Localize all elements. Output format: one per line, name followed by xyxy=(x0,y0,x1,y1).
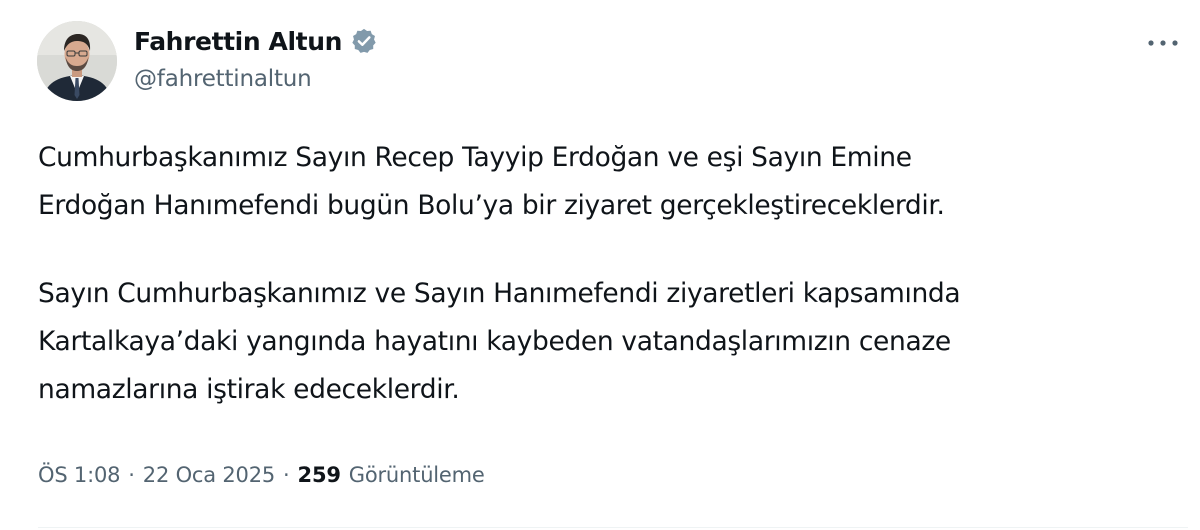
tweet-text: Cumhurbaşkanımız Sayın Recep Tayyip Erdo… xyxy=(38,134,1168,414)
author-name-row: Fahrettin Altun xyxy=(134,24,378,58)
tweet-paragraph: Cumhurbaşkanımız Sayın Recep Tayyip Erdo… xyxy=(38,142,945,221)
meta-separator: · xyxy=(128,463,135,487)
author-display-name[interactable]: Fahrettin Altun xyxy=(134,27,342,56)
views-count: 259 xyxy=(297,463,341,487)
tweet-card: Fahrettin Altun @fahrettinaltun Cumhurba… xyxy=(0,0,1200,530)
profile-photo xyxy=(37,21,117,101)
tweet-time[interactable]: ÖS 1:08 xyxy=(38,463,120,487)
tweet-date[interactable]: 22 Oca 2025 xyxy=(143,463,275,487)
divider xyxy=(38,527,1188,528)
avatar[interactable] xyxy=(37,21,117,101)
views-label: Görüntüleme xyxy=(348,463,485,487)
verified-badge-icon[interactable] xyxy=(350,27,378,55)
tweet-meta: ÖS 1:08 · 22 Oca 2025 · 259 Görüntüleme xyxy=(38,458,485,492)
author-handle[interactable]: @fahrettinaltun xyxy=(134,66,312,92)
meta-separator: · xyxy=(283,463,290,487)
tweet-paragraph: Sayın Cumhurbaşkanımız ve Sayın Hanımefe… xyxy=(38,278,961,405)
more-horizontal-icon xyxy=(1148,40,1178,46)
more-options-button[interactable] xyxy=(1138,26,1188,60)
